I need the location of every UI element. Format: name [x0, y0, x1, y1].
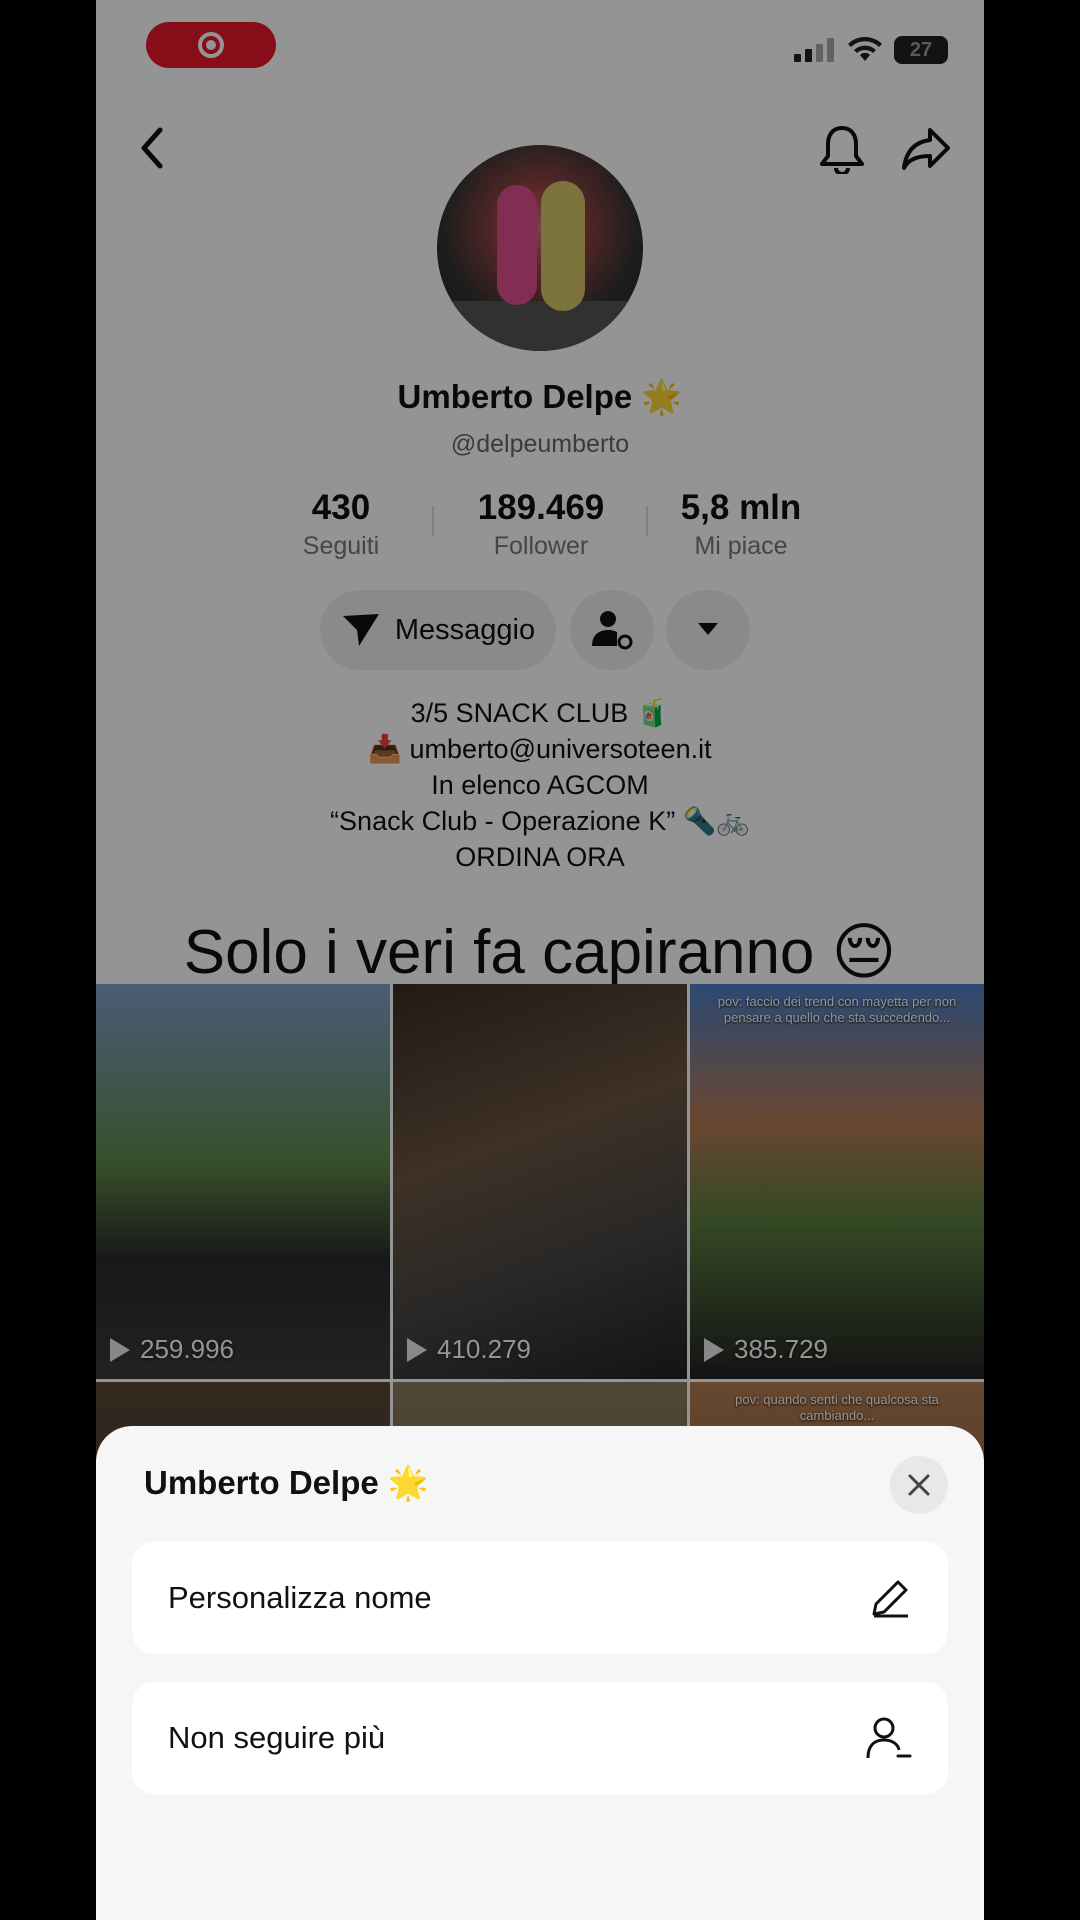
unfollow-icon [866, 1717, 912, 1759]
customize-name-option[interactable]: Personalizza nome [132, 1542, 948, 1654]
close-icon [908, 1474, 930, 1496]
profile-options-sheet: Umberto Delpe 🌟 Personalizza nome Non se… [96, 1426, 984, 1920]
option-label: Personalizza nome [168, 1580, 432, 1615]
unfollow-option[interactable]: Non seguire più [132, 1682, 948, 1794]
option-label: Non seguire più [168, 1720, 386, 1755]
sheet-title: Umberto Delpe 🌟 [144, 1464, 429, 1501]
phone-screen: 27 Umberto Delpe 🌟 @delpeumberto 430 Seg… [96, 0, 984, 1920]
close-button[interactable] [890, 1456, 948, 1514]
edit-icon [872, 1580, 908, 1618]
